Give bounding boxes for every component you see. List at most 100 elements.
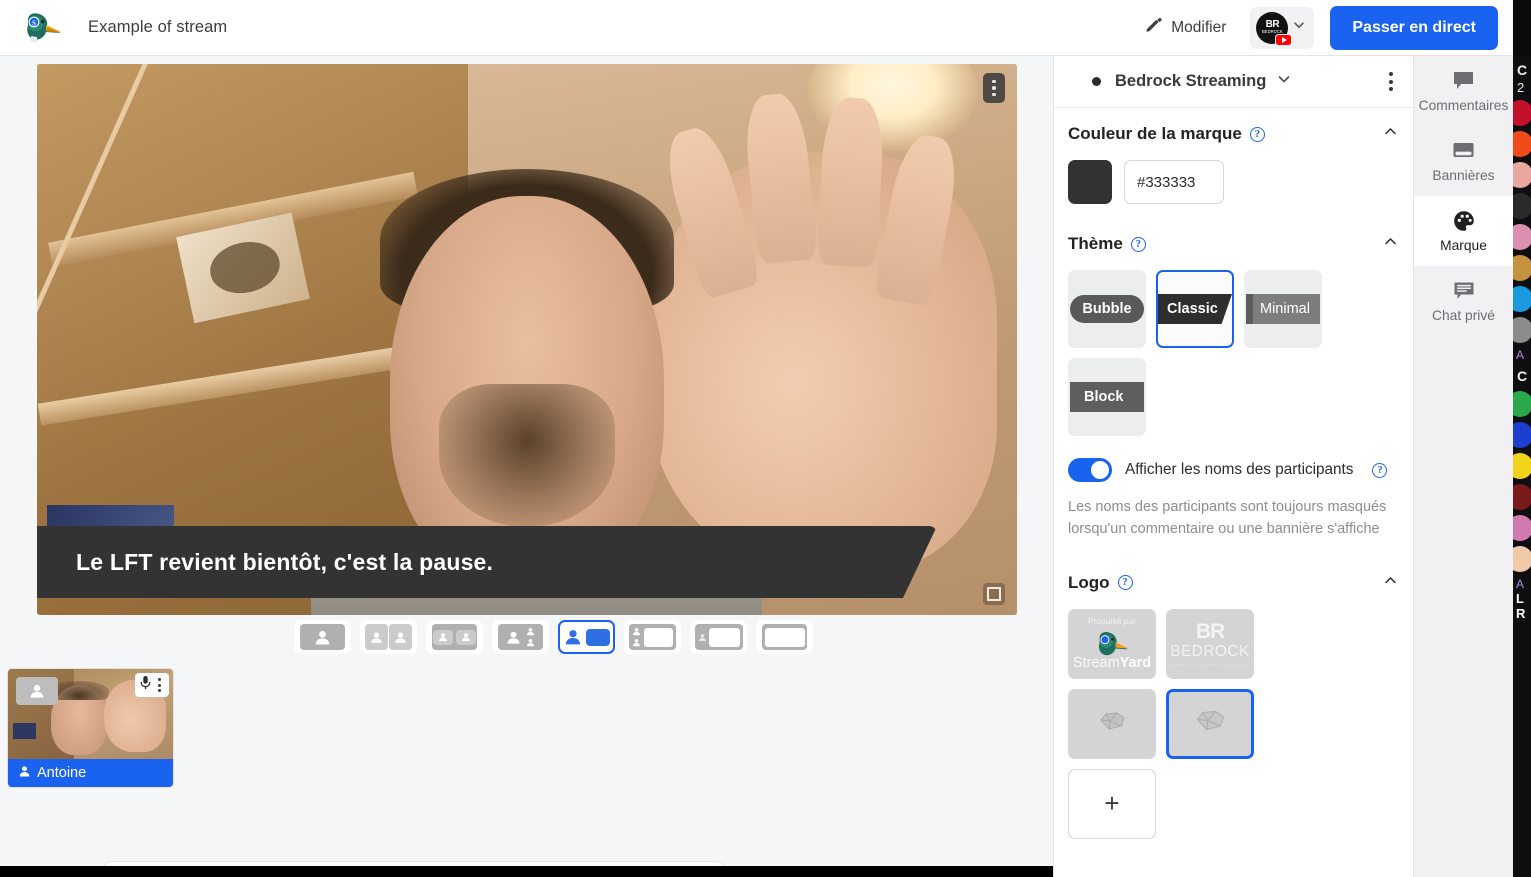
sliver-avatar — [1513, 391, 1531, 417]
sliver-line-left: L — [1513, 591, 1531, 606]
brand-color-input[interactable] — [1124, 160, 1224, 204]
show-participant-names-toggle[interactable] — [1068, 458, 1112, 482]
chat-lines-icon — [1453, 280, 1475, 302]
sliver-avatar — [1513, 515, 1531, 541]
fullscreen-icon[interactable] — [983, 583, 1005, 605]
sliver-line-right: R — [1513, 606, 1531, 621]
help-circle-icon[interactable]: ? — [1250, 127, 1265, 142]
layout-selector — [294, 620, 813, 654]
destination-avatar: BRBEDROCK — [1256, 12, 1288, 44]
brand-name-label: Bedrock Streaming — [1115, 72, 1266, 91]
sliver-avatar — [1513, 546, 1531, 572]
background-chat-sliver[interactable]: C 2 A C A L R — [1513, 0, 1531, 877]
chevron-up-icon[interactable] — [1382, 233, 1399, 255]
brand-panel-header: Bedrock Streaming — [1054, 56, 1413, 108]
sliver-avatar — [1513, 453, 1531, 479]
layout-option-two-small-and-screen[interactable] — [624, 620, 681, 654]
rail-item-private-chat[interactable]: Chat privé — [1414, 266, 1513, 336]
rail-item-comments[interactable]: Commentaires — [1414, 56, 1513, 126]
sliver-avatar — [1513, 422, 1531, 448]
logo-streamyard-top-text: Propulsé par — [1071, 616, 1153, 626]
live-status-dot-icon — [1092, 77, 1101, 86]
crumpled-paper-icon — [1193, 708, 1227, 739]
youtube-icon — [1275, 34, 1292, 46]
self-tile-more-icon[interactable] — [154, 678, 165, 692]
sliver-count: 2 — [1513, 80, 1531, 95]
theme-option-classic[interactable]: Classic — [1156, 270, 1234, 348]
avatar-placeholder-icon — [16, 677, 58, 705]
brand-color-swatch[interactable] — [1068, 160, 1112, 204]
theme-option-bubble-label: Bubble — [1070, 295, 1143, 323]
waving-hand — [645, 152, 998, 571]
svg-text:S: S — [32, 19, 36, 27]
edit-button[interactable]: Modifier — [1135, 9, 1236, 47]
layout-option-solo[interactable] — [294, 620, 351, 654]
layout-option-side-by-side-small[interactable] — [426, 620, 483, 654]
duck-head-logo-icon[interactable]: S — [20, 8, 64, 48]
sliver-avatar — [1513, 193, 1531, 219]
video-options-button[interactable] — [983, 73, 1005, 103]
theme-option-classic-label: Classic — [1158, 294, 1232, 324]
logo-option-add[interactable]: + — [1068, 769, 1156, 839]
top-bar: S Example of stream Modifier BRBEDROCK — [0, 0, 1512, 56]
theme-option-minimal[interactable]: Minimal — [1244, 270, 1322, 348]
overlay-section-header[interactable]: Superposition ? — [1068, 859, 1399, 877]
brand-color-section-header[interactable]: Couleur de la marque ? — [1068, 108, 1399, 160]
theme-option-bubble[interactable]: Bubble — [1068, 270, 1146, 348]
rail-item-private-chat-label: Chat privé — [1432, 308, 1495, 323]
brand-panel-menu-icon[interactable] — [1383, 66, 1399, 97]
chevron-down-icon[interactable] — [1276, 71, 1292, 92]
theme-option-block-label: Block — [1070, 382, 1144, 412]
brand-color-row — [1068, 160, 1399, 218]
pencil-icon — [1145, 17, 1162, 39]
logo-bedrock-sub: Le Média, M6 Groupe, Groupe Saint — [1170, 662, 1249, 667]
sliver-label-a: A — [1513, 348, 1531, 362]
rail-item-banners[interactable]: Bannières — [1414, 126, 1513, 196]
logo-section-header[interactable]: Logo ? — [1068, 557, 1399, 609]
layout-option-split-two[interactable] — [360, 620, 417, 654]
theme-section-header[interactable]: Thème ? — [1068, 218, 1399, 270]
tools-rail: Commentaires Bannières Marque Chat privé — [1413, 56, 1513, 877]
comment-bubble-icon — [1452, 70, 1475, 92]
stage-area: Le LFT revient bientôt, c'est la pause. — [0, 56, 1053, 877]
logo-option-crumple-a[interactable] — [1068, 689, 1156, 759]
help-circle-icon[interactable]: ? — [1118, 575, 1133, 590]
banner-icon — [1452, 140, 1475, 162]
destination-selector[interactable]: BRBEDROCK — [1250, 7, 1314, 49]
logo-options: Propulsé par StreamYard BR BEDROCK Le — [1068, 609, 1340, 849]
sliver-avatar — [1513, 484, 1531, 510]
layout-option-person-and-screen[interactable] — [558, 620, 615, 654]
theme-option-block[interactable]: Block — [1068, 358, 1146, 436]
sliver-avatar — [1513, 162, 1531, 188]
logo-section: Logo ? Propulsé par StreamYard — [1054, 557, 1413, 849]
brand-color-section: Couleur de la marque ? — [1054, 108, 1413, 218]
edit-button-label: Modifier — [1171, 19, 1226, 37]
self-participant-tile[interactable]: Antoine — [8, 669, 173, 787]
destination-avatar-mark: BRBEDROCK — [1262, 20, 1283, 34]
chevron-up-icon[interactable] — [1382, 572, 1399, 594]
sliver-header-b: C — [1513, 362, 1531, 386]
self-participant-name-label: Antoine — [37, 765, 86, 781]
layout-option-leader-with-two[interactable] — [492, 620, 549, 654]
logo-option-streamyard[interactable]: Propulsé par StreamYard — [1068, 609, 1156, 679]
sliver-avatar — [1513, 224, 1531, 250]
help-circle-icon[interactable]: ? — [1372, 463, 1387, 478]
help-circle-icon[interactable]: ? — [1131, 237, 1146, 252]
sliver-label-b: A — [1513, 577, 1531, 591]
logo-option-crumple-b[interactable] — [1166, 689, 1254, 759]
rail-item-brand[interactable]: Marque — [1414, 196, 1513, 266]
go-live-button[interactable]: Passer en direct — [1330, 6, 1498, 50]
sliver-avatar — [1513, 255, 1531, 281]
chevron-up-icon[interactable] — [1382, 123, 1399, 145]
show-participant-names-label: Afficher les noms des participants — [1125, 461, 1353, 479]
main-video-preview[interactable]: Le LFT revient bientôt, c'est la pause. — [37, 64, 1017, 615]
layout-option-tiny-person-and-screen[interactable] — [690, 620, 747, 654]
page-title: Example of stream — [88, 18, 227, 37]
logo-option-bedrock[interactable]: BR BEDROCK Le Média, M6 Groupe, Groupe S… — [1166, 609, 1254, 679]
sliver-avatar — [1513, 131, 1531, 157]
microphone-icon[interactable] — [139, 675, 152, 695]
layout-option-screen-only[interactable] — [756, 620, 813, 654]
rail-item-comments-label: Commentaires — [1419, 98, 1509, 113]
theme-options: Bubble Classic Minimal Block — [1068, 270, 1338, 448]
crumpled-paper-icon — [1097, 710, 1127, 738]
